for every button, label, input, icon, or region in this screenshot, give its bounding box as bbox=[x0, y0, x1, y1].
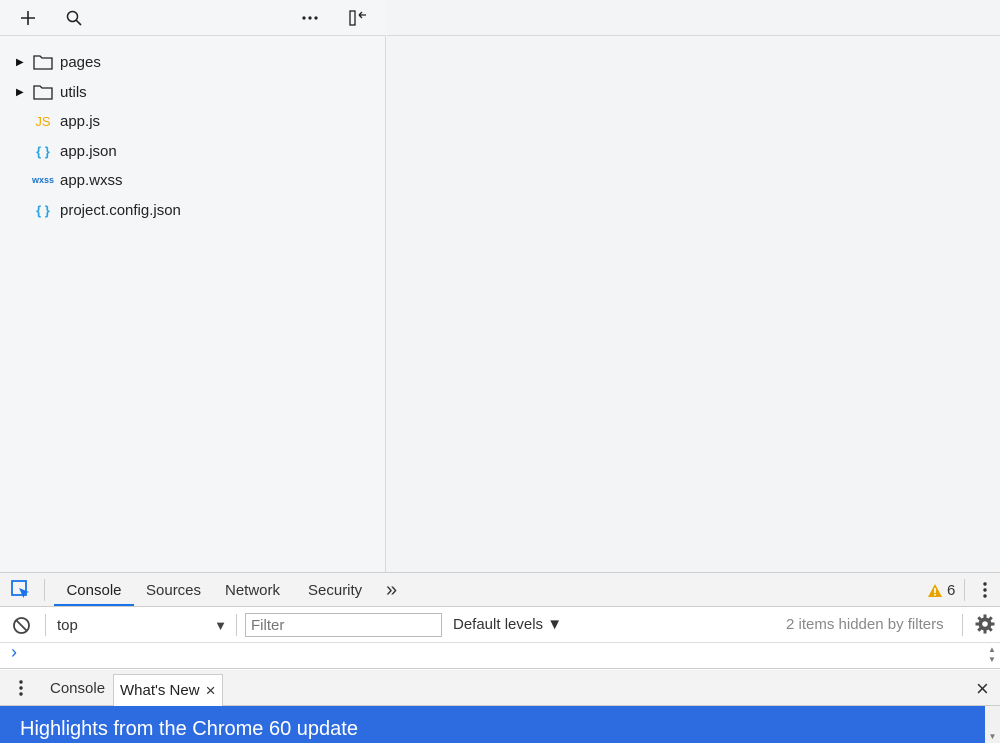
drawer-tab-label: What's New bbox=[120, 682, 200, 699]
console-toolbar: top ▼ Default levels ▼ 2 items hidden by… bbox=[0, 607, 1000, 643]
drawer-tab-bar: Console What's New × × bbox=[0, 670, 1000, 706]
close-drawer-icon[interactable]: × bbox=[976, 676, 989, 702]
caret-right-icon[interactable]: ▶ bbox=[16, 87, 26, 98]
tree-file-app-wxss[interactable]: wxss app.wxss bbox=[0, 166, 386, 194]
tab-network[interactable]: Network bbox=[225, 573, 280, 606]
devtools-tab-bar: Console Sources Network Security » 6 bbox=[0, 573, 1000, 607]
tree-item-label: app.json bbox=[60, 142, 117, 160]
json-file-icon: { } bbox=[36, 143, 50, 159]
drawer-tab-whats-new[interactable]: What's New × bbox=[113, 674, 223, 706]
collapse-panel-icon[interactable] bbox=[346, 6, 370, 30]
gear-icon[interactable] bbox=[975, 614, 995, 638]
tab-security[interactable]: Security bbox=[308, 573, 362, 606]
kebab-menu-icon[interactable] bbox=[978, 581, 992, 604]
divider bbox=[44, 579, 45, 601]
plus-icon[interactable] bbox=[16, 6, 40, 30]
tree-item-label: pages bbox=[60, 53, 101, 71]
levels-dropdown[interactable]: Default levels ▼ bbox=[453, 616, 562, 633]
explorer-toolbar bbox=[0, 0, 386, 36]
warning-count: 6 bbox=[947, 582, 956, 599]
banner-scrollbar[interactable]: ▼ bbox=[985, 706, 1000, 743]
drawer-tab-console[interactable]: Console bbox=[50, 680, 105, 697]
divider bbox=[964, 579, 965, 601]
drawer-menu-icon[interactable] bbox=[15, 679, 27, 701]
filter-input[interactable] bbox=[245, 613, 442, 637]
tree-item-label: app.js bbox=[60, 112, 101, 130]
editor-area bbox=[387, 36, 1000, 572]
js-file-icon: JS bbox=[35, 113, 51, 129]
tree-file-project-config-json[interactable]: { } project.config.json bbox=[0, 196, 386, 224]
divider bbox=[236, 614, 237, 636]
tree-file-app-js[interactable]: JS app.js bbox=[0, 107, 386, 135]
context-select[interactable]: top ▼ bbox=[57, 615, 227, 635]
tree-item-label: app.wxss bbox=[60, 171, 123, 189]
more-tabs-icon[interactable]: » bbox=[386, 573, 397, 606]
json-file-icon: { } bbox=[36, 202, 50, 218]
tree-folder-utils[interactable]: ▶ utils bbox=[0, 78, 386, 106]
tab-sources[interactable]: Sources bbox=[146, 573, 201, 606]
console-prompt[interactable]: › ▲ ▼ bbox=[0, 643, 1000, 669]
search-icon[interactable] bbox=[62, 6, 86, 30]
scroll-down-icon[interactable]: ▼ bbox=[985, 732, 1000, 741]
warning-counter[interactable]: 6 bbox=[928, 582, 955, 599]
tree-file-app-json[interactable]: { } app.json bbox=[0, 137, 386, 165]
context-value: top bbox=[57, 616, 78, 634]
folder-icon bbox=[32, 84, 54, 100]
divider bbox=[962, 614, 963, 636]
hidden-items-text: 2 items hidden by filters bbox=[786, 616, 944, 633]
scroll-arrows[interactable]: ▲ ▼ bbox=[988, 645, 996, 665]
tree-item-label: project.config.json bbox=[60, 201, 181, 219]
folder-icon bbox=[32, 54, 54, 70]
prompt-icon: › bbox=[11, 642, 17, 662]
whats-new-banner: Highlights from the Chrome 60 update bbox=[0, 706, 985, 743]
banner-title: Highlights from the Chrome 60 update bbox=[20, 718, 358, 740]
tree-item-label: utils bbox=[60, 83, 87, 101]
editor-tab-bar bbox=[387, 0, 1000, 36]
wxss-file-icon: wxss bbox=[31, 175, 55, 185]
inspect-element-icon[interactable] bbox=[10, 579, 34, 601]
tree-folder-pages[interactable]: ▶ pages bbox=[0, 48, 386, 76]
chevron-down-icon: ▼ bbox=[214, 617, 227, 633]
close-tab-icon[interactable]: × bbox=[206, 681, 216, 701]
caret-right-icon[interactable]: ▶ bbox=[16, 57, 26, 68]
divider bbox=[45, 614, 46, 636]
more-horizontal-icon[interactable] bbox=[298, 6, 322, 30]
warning-icon bbox=[928, 584, 942, 597]
clear-console-icon[interactable] bbox=[12, 616, 31, 639]
tab-console[interactable]: Console bbox=[54, 573, 134, 606]
